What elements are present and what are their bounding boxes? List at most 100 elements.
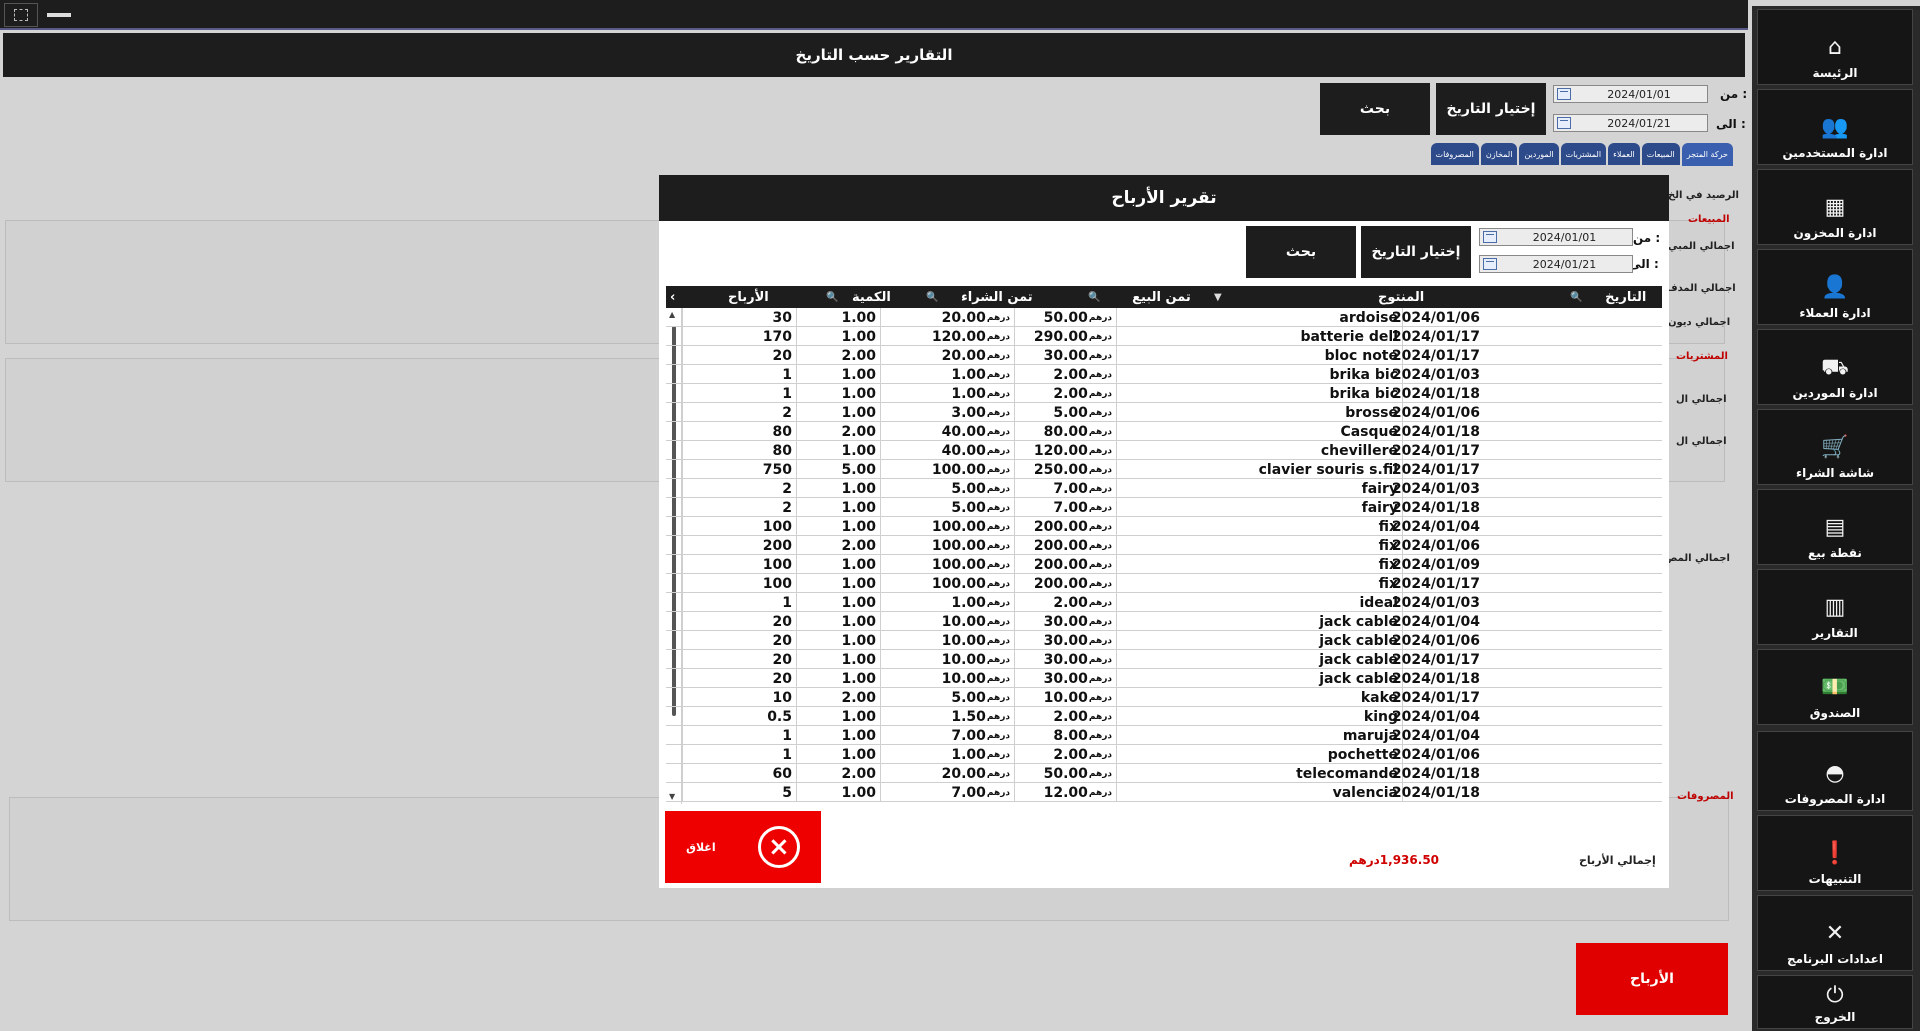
table-row[interactable]: 20 1.00 10.00 درهم 30.00 درهم jack cable 2024/0…: [666, 612, 1662, 631]
table-row[interactable]: 30 1.00 20.00 درهم 50.00 درهم ardoise 2024/01/0…: [666, 308, 1662, 327]
sidebar-item-inventory[interactable]: ▦ ادارة المخزون: [1757, 169, 1913, 245]
sidebar-item-cashbox[interactable]: 💵 الصندوق: [1757, 649, 1913, 725]
search-icon: 🔍: [1570, 291, 1583, 303]
expenses-icon: ◓: [1825, 761, 1845, 786]
product-cell: bloc note: [1116, 346, 1402, 365]
sidebar-item-settings[interactable]: ✕ اعدادات البرنامج: [1757, 895, 1913, 971]
col-product-header[interactable]: ▼: [1214, 286, 1222, 308]
close-button[interactable]: اغلاق ×: [665, 811, 821, 883]
quantity-cell: 1.00: [796, 479, 880, 498]
table-row[interactable]: 1 1.00 1.00 درهم 2.00 درهم ideal 2024/01/03: [666, 593, 1662, 612]
expand-button[interactable]: [4, 3, 38, 27]
table-row[interactable]: 0.5 1.00 1.50 درهم 2.00 درهم king 2024/01/04: [666, 707, 1662, 726]
table-row[interactable]: 100 1.00 100.00 درهم 200.00 درهم fix 2024/01/04: [666, 517, 1662, 536]
sidebar-item-pos[interactable]: ▤ نقطة بيع: [1757, 489, 1913, 565]
scroll-left-icon[interactable]: ‹: [670, 286, 680, 308]
dialog-to-date-field[interactable]: 2024/01/21: [1479, 255, 1633, 273]
table-row[interactable]: 80 1.00 40.00 درهم 120.00 درهم chevillere 2024/…: [666, 441, 1662, 460]
date-cell: 2024/01/06: [1392, 536, 1484, 555]
sidebar-item-expenses[interactable]: ◓ ادارة المصروفات: [1757, 731, 1913, 811]
total-profit-label: إجمالي الأرباح: [1579, 854, 1656, 867]
table-row[interactable]: 200 2.00 100.00 درهم 200.00 درهم fix 2024/01/06: [666, 536, 1662, 555]
sell-price-cell: 7.00 درهم: [1014, 479, 1116, 498]
minimize-button[interactable]: [42, 3, 76, 27]
dialog-choose-date-button[interactable]: إختيار التاريخ: [1361, 226, 1471, 278]
table-row[interactable]: 1 1.00 1.00 درهم 2.00 درهم brika bic 2024/01/03: [666, 365, 1662, 384]
buy-price-cell: 1.00 درهم: [880, 593, 1014, 612]
product-cell: brika bic: [1116, 365, 1402, 384]
dialog-search-button[interactable]: بحث: [1246, 226, 1356, 278]
choose-date-button[interactable]: إختيار التاريخ: [1436, 83, 1546, 135]
tab-sales[interactable]: المبيعات: [1641, 143, 1680, 165]
buy-price-cell: 100.00 درهم: [880, 517, 1014, 536]
date-cell: 2024/01/17: [1392, 688, 1484, 707]
tab-expenses[interactable]: المصروفات: [1430, 143, 1479, 165]
sidebar-item-reports[interactable]: ▥ التقارير: [1757, 569, 1913, 645]
paid-total-label: اجمالي المدف: [1666, 283, 1736, 294]
dialog-from-date-field[interactable]: 2024/01/01: [1479, 228, 1633, 246]
quantity-cell: 1.00: [796, 707, 880, 726]
date-cell: 2024/01/06: [1392, 745, 1484, 764]
quantity-cell: 1.00: [796, 498, 880, 517]
dialog-to-label: الى :: [1629, 257, 1659, 271]
table-row[interactable]: 20 2.00 20.00 درهم 30.00 درهم bloc note 2024/01…: [666, 346, 1662, 365]
profit-cell: 1: [682, 726, 796, 745]
table-row[interactable]: 80 2.00 40.00 درهم 80.00 درهم Casque 2024/01/18: [666, 422, 1662, 441]
pos-icon: ▤: [1824, 515, 1846, 540]
buy-price-cell: 100.00 درهم: [880, 555, 1014, 574]
table-row[interactable]: 20 1.00 10.00 درهم 30.00 درهم jack cable 2024/0…: [666, 631, 1662, 650]
table-row[interactable]: 5 1.00 7.00 درهم 12.00 درهم valencia 2024/01/18: [666, 783, 1662, 802]
dialog-title: تقرير الأرباح: [659, 175, 1669, 221]
table-row[interactable]: 170 1.00 120.00 درهم 290.00 درهم batterie dell…: [666, 327, 1662, 346]
sidebar-item-users[interactable]: 👥 ادارة المستخدمين: [1757, 89, 1913, 165]
sidebar-item-alerts[interactable]: ❗ التنبيهات: [1757, 815, 1913, 891]
sell-price-cell: 2.00 درهم: [1014, 384, 1116, 403]
tab-customers[interactable]: العملاء: [1608, 143, 1640, 165]
col-date-header[interactable]: 🔍 التاريخ: [1570, 286, 1646, 308]
col-sell-price-header[interactable]: 🔍 تمن البيع: [1088, 286, 1191, 308]
sidebar-item-home[interactable]: ⌂ الرئيسة: [1757, 9, 1913, 85]
table-row[interactable]: 2 1.00 5.00 درهم 7.00 درهم fairy 2024/01/18: [666, 498, 1662, 517]
product-cell: ardoise: [1116, 308, 1402, 327]
date-cell: 2024/01/18: [1392, 783, 1484, 802]
sell-price-cell: 12.00 درهم: [1014, 783, 1116, 802]
sidebar-item-suppliers[interactable]: ⛟ ادارة الموردين: [1757, 329, 1913, 405]
table-row[interactable]: 2 1.00 5.00 درهم 7.00 درهم fairy 2024/01/03: [666, 479, 1662, 498]
table-row[interactable]: 100 1.00 100.00 درهم 200.00 درهم fix 2024/01/17: [666, 574, 1662, 593]
buy-price-cell: 100.00 درهم: [880, 574, 1014, 593]
buy-price-cell: 5.00 درهم: [880, 688, 1014, 707]
search-icon: 🔍: [926, 291, 939, 303]
table-row[interactable]: 750 5.00 100.00 درهم 250.00 درهم clavier souri…: [666, 460, 1662, 479]
minimize-icon: [47, 13, 71, 17]
sidebar-item-customers[interactable]: 👤 ادارة العملاء: [1757, 249, 1913, 325]
to-date-field[interactable]: 2024/01/21: [1553, 114, 1708, 132]
search-button[interactable]: بحث: [1320, 83, 1430, 135]
sidebar-item-exit[interactable]: ⏻ الخروج: [1757, 975, 1913, 1029]
sidebar: ⌂ الرئيسة 👥 ادارة المستخدمين ▦ ادارة الم…: [1752, 6, 1920, 1031]
table-row[interactable]: 100 1.00 100.00 درهم 200.00 درهم fix 2024/01/09: [666, 555, 1662, 574]
date-cell: 2024/01/17: [1392, 441, 1484, 460]
tab-store-movement[interactable]: حركة المتجر: [1681, 143, 1733, 166]
col-profit-header[interactable]: الأرباح: [728, 286, 769, 308]
table-row[interactable]: 2 1.00 3.00 درهم 5.00 درهم brosse 2024/01/06: [666, 403, 1662, 422]
from-date-field[interactable]: 2024/01/01: [1553, 85, 1708, 103]
cashbox-icon: 💵: [1821, 675, 1849, 700]
tab-suppliers[interactable]: الموردين: [1519, 143, 1559, 165]
quantity-cell: 1.00: [796, 631, 880, 650]
tab-purchases[interactable]: المشتريات: [1560, 143, 1607, 165]
table-row[interactable]: 1 1.00 1.00 درهم 2.00 درهم brika bic 2024/01/18: [666, 384, 1662, 403]
table-row[interactable]: 1 1.00 1.00 درهم 2.00 درهم pochette 2024/01/06: [666, 745, 1662, 764]
profit-cell: 200: [682, 536, 796, 555]
search-icon: 🔍: [826, 291, 839, 303]
table-row[interactable]: 20 1.00 10.00 درهم 30.00 درهم jack cable 2024/0…: [666, 650, 1662, 669]
table-row[interactable]: 60 2.00 20.00 درهم 50.00 درهم telecomande 2024/…: [666, 764, 1662, 783]
tab-warehouses[interactable]: المخازن: [1480, 143, 1518, 165]
table-row[interactable]: 10 2.00 5.00 درهم 10.00 درهم kake 2024/01/17: [666, 688, 1662, 707]
sell-price-cell: 200.00 درهم: [1014, 517, 1116, 536]
col-buy-price-header[interactable]: 🔍 تمن الشراء: [926, 286, 1033, 308]
sidebar-item-purchase-screen[interactable]: 🛒 شاشة الشراء: [1757, 409, 1913, 485]
col-quantity-header[interactable]: 🔍 الكمية: [826, 286, 891, 308]
table-row[interactable]: 20 1.00 10.00 درهم 30.00 درهم jack cable 2024/0…: [666, 669, 1662, 688]
sell-price-cell: 30.00 درهم: [1014, 650, 1116, 669]
table-row[interactable]: 1 1.00 7.00 درهم 8.00 درهم maruja 2024/01/04: [666, 726, 1662, 745]
